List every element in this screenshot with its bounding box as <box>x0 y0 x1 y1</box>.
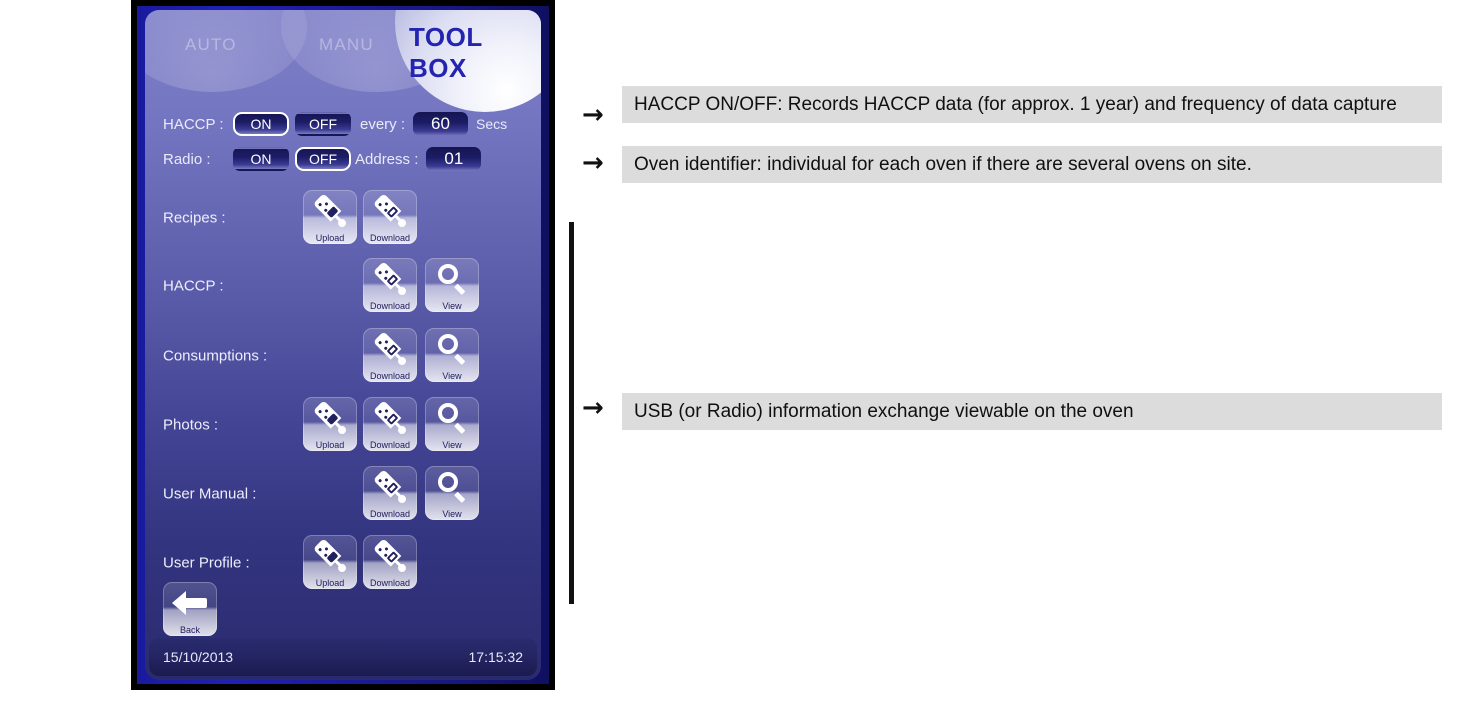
usb-stick-icon <box>363 330 417 368</box>
recipes-download-button[interactable]: Download <box>363 190 417 244</box>
user-manual-view-label: View <box>442 509 462 519</box>
haccp-every-label: every : <box>360 115 406 133</box>
radio-off-toggle[interactable]: OFF <box>295 147 351 171</box>
consumptions-view-button[interactable]: View <box>425 328 479 382</box>
usb-stick-icon <box>363 192 417 230</box>
row-photos-label: Photos : <box>163 416 219 434</box>
row-haccp: HACCP : Download View <box>163 258 541 314</box>
row-user-manual-label: User Manual : <box>163 485 257 503</box>
consumptions-view-label: View <box>442 371 462 381</box>
row-user-profile: User Profile : Upload Download <box>163 535 541 591</box>
radio-on-toggle[interactable]: ON <box>233 147 289 171</box>
radio-settings-row: Radio : ON OFF Address : 01 <box>163 146 482 172</box>
haccp-label: HACCP : <box>163 115 224 133</box>
haccp-interval-unit: Secs <box>476 116 508 132</box>
arrow-right-icon: → <box>582 100 604 130</box>
back-button[interactable]: Back <box>163 582 217 636</box>
tab-toolbox-label: TOOL BOX <box>409 22 483 83</box>
haccp-on-toggle[interactable]: ON <box>233 112 289 136</box>
status-time: 17:15:32 <box>468 649 524 665</box>
row-recipes: Recipes : Upload Download <box>163 190 541 246</box>
panel-bezel: AUTO MANU TOOL BOX HACCP : ON OFF every … <box>137 6 549 684</box>
row-consumptions-label: Consumptions : <box>163 347 268 365</box>
photos-view-button[interactable]: View <box>425 397 479 451</box>
row-recipes-label: Recipes : <box>163 209 226 227</box>
photos-download-label: Download <box>369 440 411 450</box>
radio-address-label: Address : <box>355 150 419 168</box>
magnifier-icon <box>425 260 479 298</box>
tab-manu-label: MANU <box>319 35 374 54</box>
row-haccp-label: HACCP : <box>163 277 224 295</box>
consumptions-download-label: Download <box>369 371 411 381</box>
usb-stick-icon <box>363 399 417 437</box>
grouping-bracket <box>569 222 574 604</box>
back-button-label: Back <box>179 625 200 635</box>
magnifier-icon <box>425 399 479 437</box>
magnifier-icon <box>425 330 479 368</box>
haccp-settings-row: HACCP : ON OFF every : 60 Secs <box>163 111 507 137</box>
recipes-download-label: Download <box>369 233 411 243</box>
haccp-download-label: Download <box>369 301 411 311</box>
tab-auto-label: AUTO <box>185 35 237 54</box>
consumptions-download-button[interactable]: Download <box>363 328 417 382</box>
photos-upload-button[interactable]: Upload <box>303 397 357 451</box>
user-profile-download-label: Download <box>369 578 411 588</box>
row-user-profile-label: User Profile : <box>163 554 250 572</box>
user-profile-upload-button[interactable]: Upload <box>303 535 357 589</box>
recipes-upload-button[interactable]: Upload <box>303 190 357 244</box>
row-photos: Photos : Upload Download View <box>163 397 541 453</box>
row-user-manual: User Manual : Download View <box>163 466 541 522</box>
usb-stick-icon <box>363 537 417 575</box>
row-consumptions: Consumptions : Download View <box>163 328 541 384</box>
usb-stick-icon <box>363 468 417 506</box>
status-bar: 15/10/2013 17:15:32 <box>149 638 537 676</box>
annotation-oven-identifier-text: Oven identifier: individual for each ove… <box>622 146 1442 183</box>
user-manual-view-button[interactable]: View <box>425 466 479 520</box>
annotation-usb-exchange-text: USB (or Radio) information exchange view… <box>622 393 1442 430</box>
user-manual-download-button[interactable]: Download <box>363 466 417 520</box>
radio-label: Radio : <box>163 150 211 168</box>
user-profile-upload-label: Upload <box>315 578 345 588</box>
annotation-haccp-text: HACCP ON/OFF: Records HACCP data (for ap… <box>622 86 1442 123</box>
photos-upload-label: Upload <box>315 440 345 450</box>
arrow-right-icon: → <box>582 393 604 423</box>
haccp-download-button[interactable]: Download <box>363 258 417 312</box>
user-manual-download-label: Download <box>369 509 411 519</box>
usb-stick-icon <box>363 260 417 298</box>
arrow-right-icon: → <box>582 148 604 178</box>
haccp-view-button[interactable]: View <box>425 258 479 312</box>
status-date: 15/10/2013 <box>163 649 234 665</box>
usb-stick-icon <box>303 192 357 230</box>
radio-address-field[interactable]: 01 <box>426 147 482 171</box>
magnifier-icon <box>425 468 479 506</box>
photos-download-button[interactable]: Download <box>363 397 417 451</box>
usb-stick-icon <box>303 399 357 437</box>
user-profile-download-button[interactable]: Download <box>363 535 417 589</box>
recipes-upload-label: Upload <box>315 233 345 243</box>
haccp-interval-field[interactable]: 60 <box>413 112 469 136</box>
haccp-off-toggle[interactable]: OFF <box>295 112 351 136</box>
usb-stick-icon <box>303 537 357 575</box>
oven-control-panel: AUTO MANU TOOL BOX HACCP : ON OFF every … <box>131 0 555 690</box>
haccp-view-label: View <box>442 301 462 311</box>
photos-view-label: View <box>442 440 462 450</box>
left-arrow-icon <box>163 584 217 622</box>
touchscreen: AUTO MANU TOOL BOX HACCP : ON OFF every … <box>145 10 541 680</box>
